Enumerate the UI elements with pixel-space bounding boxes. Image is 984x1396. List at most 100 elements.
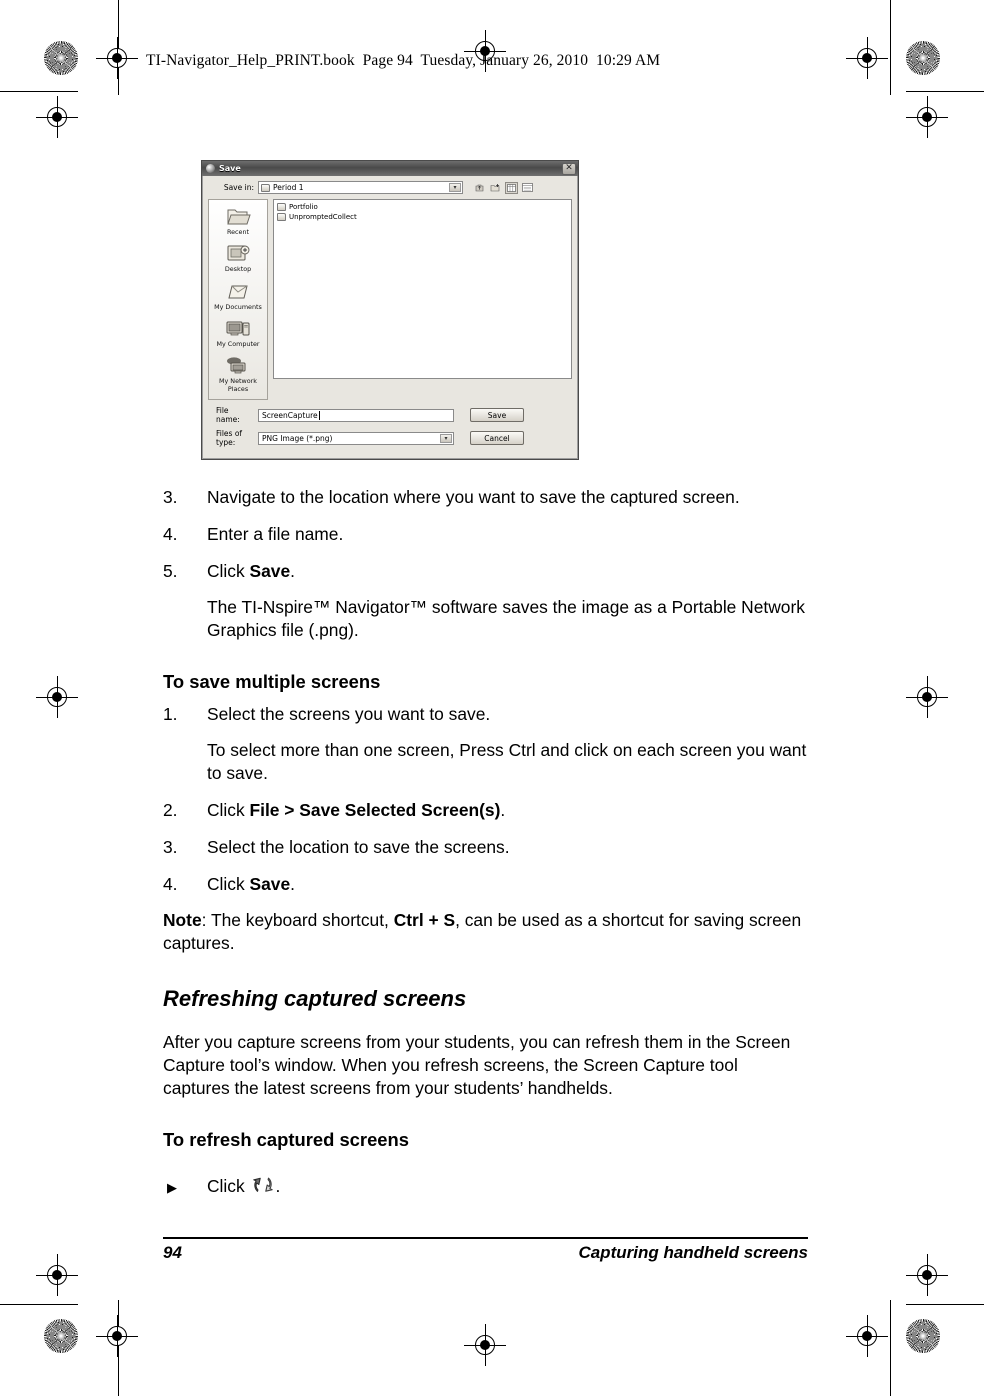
- folder-icon: [261, 183, 270, 192]
- save-dialog: Save ✕ Save in: Period 1 ▾ Recent Deskto…: [201, 160, 579, 461]
- step-text: Select the screens you want to save.: [207, 704, 491, 724]
- registration-mark-left-upper: [36, 96, 78, 138]
- details-view-icon[interactable]: [521, 182, 534, 194]
- create-new-folder-icon[interactable]: [489, 182, 502, 194]
- up-one-level-icon[interactable]: [473, 182, 486, 194]
- heading-refreshing-captured-screens: Refreshing captured screens: [163, 985, 467, 1011]
- save-button[interactable]: Save: [470, 408, 524, 423]
- bullet-text: Click .: [207, 1173, 280, 1202]
- place-item-desktop[interactable]: Desktop: [209, 243, 267, 273]
- list-item: 4. Click Save.: [163, 873, 808, 896]
- file-name: Portfolio: [289, 203, 318, 211]
- step-number: 2.: [163, 799, 178, 820]
- step-text: Navigate to the location where you want …: [207, 487, 740, 508]
- file-list-item[interactable]: Portfolio: [277, 203, 568, 211]
- file-name-input[interactable]: ScreenCapture: [258, 408, 454, 422]
- list-item: 5. Click Save.: [163, 560, 808, 583]
- note-text-mid: : The keyboard shortcut,: [201, 909, 394, 930]
- trim-line-bottom-right-vertical: [890, 1300, 891, 1396]
- color-bar-star-target-bottom-left: [44, 1319, 78, 1353]
- dialog-footer: File name: ScreenCapture Save Files of t…: [208, 406, 572, 447]
- bullet-label: Click: [207, 1176, 245, 1197]
- place-label: My Computer: [216, 340, 260, 349]
- chevron-down-icon[interactable]: ▾: [449, 183, 461, 192]
- bullet-list-item: ▶ Click .: [163, 1173, 808, 1202]
- place-label: Desktop: [224, 265, 252, 274]
- page-number: 94: [163, 1243, 182, 1262]
- step-text-prefix: Click: [207, 799, 250, 820]
- heading-save-multiple-screens: To save multiple screens: [163, 671, 381, 692]
- place-item-my-documents[interactable]: My Documents: [209, 281, 267, 311]
- files-of-type-dropdown[interactable]: PNG Image (*.png) ▾: [258, 431, 454, 445]
- step-text-suffix: .: [290, 561, 295, 582]
- color-bar-star-target-bottom-right: [906, 1319, 940, 1353]
- dialog-title: Save: [219, 164, 241, 173]
- registration-mark-left-middle: [36, 676, 78, 718]
- refresh-icon[interactable]: [251, 1173, 275, 1202]
- registration-mark-top-right: [846, 37, 888, 79]
- dialog-toolbar: [473, 181, 534, 194]
- my-computer-icon: [225, 318, 251, 340]
- place-label: My Network Places: [218, 377, 257, 393]
- dialog-main-area: Recent Desktop My Documents My Computer …: [208, 199, 572, 401]
- note-shortcut: Ctrl + S: [393, 909, 456, 930]
- footer-section-title: Capturing handheld screens: [578, 1243, 808, 1262]
- place-item-recent[interactable]: Recent: [209, 206, 267, 236]
- save-in-row: Save in: Period 1 ▾: [208, 181, 572, 194]
- registration-mark-bottom-center: [464, 1324, 506, 1366]
- places-bar: Recent Desktop My Documents My Computer …: [208, 199, 268, 401]
- save-in-label: Save in:: [223, 183, 254, 192]
- place-item-my-computer[interactable]: My Computer: [209, 318, 267, 348]
- place-label: My Documents: [214, 302, 262, 311]
- step-number: 4.: [163, 873, 178, 894]
- trim-line-left-horizontal-bottom: [0, 1304, 78, 1305]
- footer-divider: [163, 1237, 808, 1239]
- file-name: UnpromptedCollect: [289, 213, 357, 221]
- step-text-bold: File > Save Selected Screen(s): [249, 799, 501, 820]
- step-text-bold: Save: [249, 561, 291, 582]
- file-name-row: File name: ScreenCapture Save: [208, 406, 572, 424]
- save-dialog-figure: Save ✕ Save in: Period 1 ▾ Recent Deskto…: [201, 160, 808, 461]
- registration-mark-top-left: [96, 37, 138, 79]
- list-view-icon[interactable]: [505, 181, 518, 194]
- list-item: 1. Select the screens you want to save.: [163, 703, 808, 726]
- chevron-down-icon[interactable]: ▾: [440, 433, 452, 443]
- step-text: Click File > Save Selected Screen(s).: [207, 799, 808, 822]
- trim-line-top-right-vertical: [890, 0, 891, 95]
- color-bar-star-target-top-left: [44, 41, 78, 75]
- step-number: 4.: [163, 524, 178, 545]
- files-of-type-value: PNG Image (*.png): [262, 433, 333, 443]
- registration-mark-left-lower: [36, 1254, 78, 1296]
- bullet-period: .: [275, 1176, 281, 1197]
- registration-mark-right-lower: [906, 1254, 948, 1296]
- step-number: 1.: [163, 704, 178, 724]
- paragraph: After you capture screens from your stud…: [163, 1032, 791, 1099]
- page-footer: 94 Capturing handheld screens: [163, 1243, 808, 1263]
- registration-mark-right-upper: [906, 96, 948, 138]
- step-text-prefix: Click: [207, 561, 250, 582]
- file-list[interactable]: Portfolio UnpromptedCollect: [273, 199, 572, 379]
- folder-icon: [277, 213, 286, 221]
- list-item: 4. Enter a file name.: [163, 523, 808, 546]
- close-icon[interactable]: ✕: [562, 162, 576, 175]
- cancel-button[interactable]: Cancel: [470, 431, 524, 446]
- files-of-type-label: Files of type:: [216, 429, 243, 448]
- bullet-arrow-icon: ▶: [167, 1179, 177, 1195]
- file-list-item[interactable]: UnpromptedCollect: [277, 213, 568, 221]
- my-documents-icon: [225, 281, 251, 303]
- trim-line-left-horizontal-top: [0, 91, 78, 92]
- step-text-suffix: .: [290, 873, 295, 894]
- list-item: 3. Select the location to save the scree…: [163, 836, 808, 859]
- file-name-label: File name:: [216, 406, 240, 425]
- save-in-dropdown[interactable]: Period 1 ▾: [258, 181, 463, 194]
- step-text: Click Save.: [207, 560, 808, 583]
- list-item: 2. Click File > Save Selected Screen(s).: [163, 799, 808, 822]
- step-text-bold: Save: [249, 873, 291, 894]
- step-text: Enter a file name.: [207, 524, 344, 545]
- registration-mark-right-middle: [906, 676, 948, 718]
- folder-icon: [277, 203, 286, 211]
- save-in-value: Period 1: [273, 183, 304, 192]
- page-content: Save ✕ Save in: Period 1 ▾ Recent Deskto…: [163, 160, 808, 1202]
- place-item-my-network-places[interactable]: My Network Places: [209, 355, 267, 393]
- step-number: 5.: [163, 561, 178, 582]
